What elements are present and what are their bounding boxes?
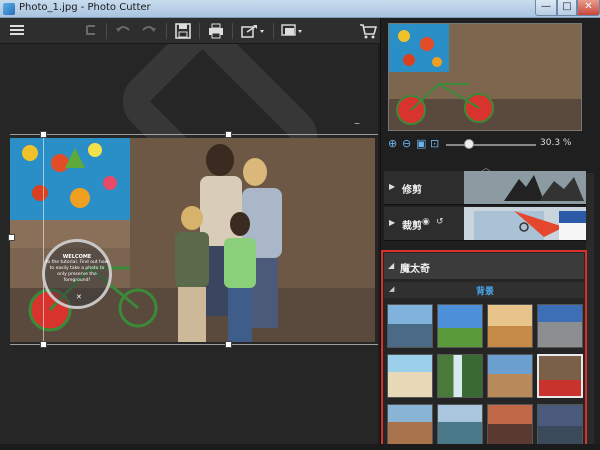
separator <box>106 23 107 39</box>
section-magic-header[interactable]: ◢ 魔太奇 <box>384 253 584 279</box>
reset-icon[interactable]: ↺ <box>436 217 444 227</box>
print-icon[interactable] <box>207 21 225 41</box>
undo-icon[interactable] <box>114 21 132 41</box>
zoom-controls: ⊕ ⊖ ▣ ⊡ 30.3 % <box>388 137 582 153</box>
export-icon[interactable] <box>240 21 266 41</box>
undo-all-icon[interactable] <box>82 21 100 41</box>
crop-guide <box>10 134 378 135</box>
zoom-value: 30.3 % <box>540 138 572 148</box>
welcome-text: to the tutorial. Find out how to easily … <box>45 260 109 283</box>
bg-thumb-ocean-clouds[interactable] <box>537 404 583 448</box>
separator <box>273 23 274 39</box>
separator <box>166 23 167 39</box>
zoom-slider[interactable] <box>446 144 536 146</box>
close-button[interactable]: ✕ <box>577 0 600 16</box>
panel-scrollbar[interactable] <box>586 173 594 450</box>
status-strip <box>0 444 600 450</box>
background-label: 背景 <box>476 287 495 297</box>
collapse-arrow-icon: ◢ <box>389 285 395 293</box>
crop-handle[interactable] <box>40 341 47 348</box>
section-trim[interactable]: ▶ 修剪 <box>384 171 586 205</box>
zoom-slider-knob[interactable] <box>464 139 474 149</box>
cut-illustration <box>464 207 586 240</box>
zoom-out-icon[interactable]: ⊖ <box>402 137 411 150</box>
minimize-button[interactable]: — <box>535 0 557 16</box>
crop-guide <box>43 134 44 344</box>
canvas-area[interactable]: – WELCOME to the tutorial. Find out how … <box>0 44 378 444</box>
maximize-button[interactable]: □ <box>557 0 577 16</box>
crop-handle[interactable] <box>8 234 15 241</box>
actual-size-icon[interactable]: ▣ <box>416 137 426 150</box>
bg-thumb-bridge[interactable] <box>387 304 433 348</box>
crop-handle[interactable] <box>225 131 232 138</box>
menu-icon[interactable] <box>8 21 26 41</box>
redo-icon[interactable] <box>140 21 158 41</box>
bg-thumb-pyramids[interactable] <box>487 304 533 348</box>
crop-handle[interactable] <box>225 341 232 348</box>
separator <box>199 23 200 39</box>
bg-thumb-beach[interactable] <box>387 354 433 398</box>
cart-icon[interactable] <box>358 21 378 41</box>
trim-illustration <box>464 171 586 204</box>
right-panel: ⊕ ⊖ ▣ ⊡ 30.3 % ︿ ▶ 修剪 ▶ 裁剪 ◉ ↺ ◢ 魔太奇 ◢ 背… <box>380 18 600 450</box>
collapse-arrow-icon: ◢ <box>388 261 395 270</box>
expand-arrow-icon: ▶ <box>389 218 396 227</box>
save-icon[interactable] <box>174 21 192 41</box>
bg-thumb-mount-rushmore[interactable] <box>537 304 583 348</box>
expand-arrow-icon: ▶ <box>389 182 396 191</box>
fit-window-icon[interactable]: ⊡ <box>430 137 439 150</box>
bg-thumb-waterfall[interactable] <box>437 354 483 398</box>
section-cut-label: 裁剪 <box>402 221 422 232</box>
collapse-panel-icon[interactable]: – <box>354 116 360 130</box>
bg-thumb-dusk-hills[interactable] <box>487 404 533 448</box>
bg-thumb-mountain-lake[interactable] <box>437 404 483 448</box>
zoom-in-icon[interactable]: ⊕ <box>388 137 397 150</box>
crop-guide <box>10 344 378 345</box>
visibility-icon[interactable]: ◉ <box>422 217 430 227</box>
bg-thumb-desert-road[interactable] <box>487 354 533 398</box>
bg-thumb-current-photo[interactable] <box>537 354 583 398</box>
window-title: Photo_1.jpg - Photo Cutter <box>19 2 151 13</box>
section-trim-label: 修剪 <box>402 185 422 196</box>
section-magic-label: 魔太奇 <box>400 264 430 275</box>
section-magic: ◢ 魔太奇 ◢ 背景 <box>381 250 587 450</box>
crop-handle[interactable] <box>40 131 47 138</box>
welcome-tutorial-bubble[interactable]: WELCOME to the tutorial. Find out how to… <box>42 239 112 309</box>
bg-thumb-eiffel-tower[interactable] <box>437 304 483 348</box>
separator <box>232 23 233 39</box>
section-cut[interactable]: ▶ 裁剪 ◉ ↺ <box>384 207 586 241</box>
app-icon <box>3 3 15 15</box>
background-subsection[interactable]: ◢ 背景 <box>384 282 584 298</box>
batch-icon[interactable] <box>280 21 306 41</box>
navigator-preview[interactable] <box>388 23 582 131</box>
welcome-close-icon[interactable]: ✕ <box>76 294 82 301</box>
bg-thumb-city-arch[interactable] <box>387 404 433 448</box>
title-bar: Photo_1.jpg - Photo Cutter — □ ✕ <box>0 0 600 18</box>
